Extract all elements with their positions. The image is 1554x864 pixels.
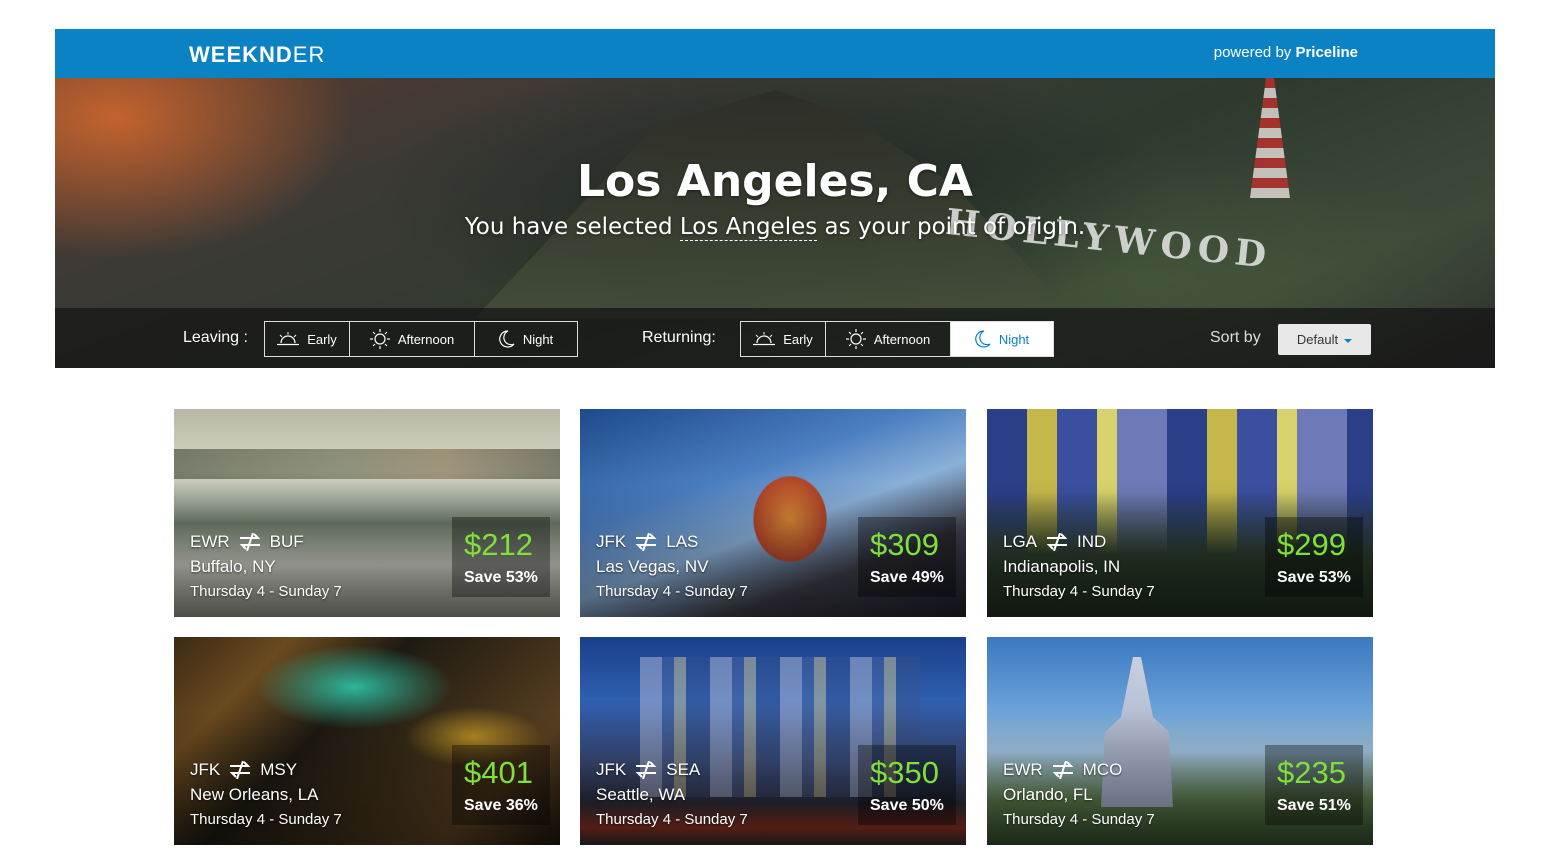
deal-price: $235 [1277, 755, 1346, 790]
price-box: $309 Save 49% [858, 517, 956, 597]
leaving-label: Leaving : [183, 329, 248, 346]
hero-title: Los Angeles, CA [577, 156, 973, 207]
sort-dropdown[interactable]: Default [1278, 324, 1371, 355]
returning-time-group: Early Afternoon Night [740, 321, 1054, 357]
sun-icon [845, 329, 866, 349]
route-text: JFK MSY [190, 760, 298, 779]
leaving-time-group: Early Afternoon Night [264, 321, 578, 357]
deal-card[interactable]: JFK SEA Seattle, WA Thursday 4 - Sunday 7… [580, 637, 966, 845]
trip-dates: Thursday 4 - Sunday 7 [190, 811, 342, 828]
price-box: $235 Save 51% [1265, 745, 1363, 825]
round-trip-icon [229, 761, 251, 779]
route-text: JFK LAS [596, 532, 699, 551]
round-trip-icon [239, 533, 261, 551]
top-nav-bar: WEEKNDER powered by Priceline [55, 29, 1495, 78]
deal-savings: Save 53% [1277, 569, 1351, 586]
deal-card[interactable]: EWR MCO Orlando, FL Thursday 4 - Sunday 7… [987, 637, 1373, 845]
round-trip-icon [1052, 761, 1074, 779]
deal-card[interactable]: JFK MSY New Orleans, LA Thursday 4 - Sund… [174, 637, 560, 845]
route-text: JFK SEA [596, 760, 701, 779]
deal-card[interactable]: JFK LAS Las Vegas, NV Thursday 4 - Sunday… [580, 409, 966, 617]
round-trip-icon [1046, 533, 1068, 551]
route-text: EWR MCO [1003, 760, 1123, 779]
trip-dates: Thursday 4 - Sunday 7 [190, 583, 342, 600]
caret-down-icon [1344, 338, 1353, 343]
trip-dates: Thursday 4 - Sunday 7 [596, 811, 748, 828]
powered-by-text: powered by Priceline [1213, 44, 1358, 61]
round-trip-icon [635, 761, 657, 779]
destination-city: Seattle, WA [596, 785, 686, 804]
trip-dates: Thursday 4 - Sunday 7 [596, 583, 748, 600]
price-box: $401 Save 36% [452, 745, 550, 825]
moon-icon [499, 330, 515, 348]
sort-label: Sort by [1210, 329, 1261, 346]
deal-price: $309 [870, 527, 939, 562]
round-trip-icon [635, 533, 657, 551]
hero-subtitle: You have selected Los Angeles as your po… [464, 214, 1086, 241]
sun-icon [369, 329, 390, 349]
sunrise-icon [277, 332, 300, 346]
price-box: $350 Save 50% [858, 745, 956, 825]
returning-early-button[interactable]: Early [741, 322, 826, 356]
price-box: $299 Save 53% [1265, 517, 1363, 597]
trip-dates: Thursday 4 - Sunday 7 [1003, 583, 1155, 600]
deal-price: $350 [870, 755, 939, 790]
returning-night-button[interactable]: Night [951, 322, 1053, 356]
trip-dates: Thursday 4 - Sunday 7 [1003, 811, 1155, 828]
deal-savings: Save 49% [870, 569, 944, 586]
moon-icon [975, 330, 991, 348]
leaving-night-button[interactable]: Night [475, 322, 577, 356]
leaving-afternoon-button[interactable]: Afternoon [350, 322, 475, 356]
destination-city: Indianapolis, IN [1003, 557, 1121, 576]
origin-city-link[interactable]: Los Angeles [679, 214, 818, 241]
deal-card[interactable]: LGA IND Indianapolis, IN Thursday 4 - Sun… [987, 409, 1373, 617]
sunrise-icon [753, 332, 776, 346]
deal-savings: Save 53% [464, 569, 538, 586]
deal-price: $299 [1277, 527, 1346, 562]
price-box: $212 Save 53% [452, 517, 550, 597]
returning-afternoon-button[interactable]: Afternoon [826, 322, 951, 356]
deal-card[interactable]: EWR BUF Buffalo, NY Thursday 4 - Sunday 7… [174, 409, 560, 617]
priceline-link[interactable]: Priceline [1295, 44, 1358, 61]
destination-city: Orlando, FL [1003, 785, 1093, 804]
deal-price: $401 [464, 755, 533, 790]
route-text: LGA IND [1003, 532, 1107, 551]
brand-logo[interactable]: WEEKNDER [189, 42, 325, 68]
filter-bar: Leaving : Early Afternoon Night Returnin… [55, 308, 1495, 368]
destination-city: Buffalo, NY [190, 557, 276, 576]
hero-banner: HOLLYWOOD Los Angeles, CA You have selec… [55, 78, 1495, 368]
deal-savings: Save 51% [1277, 797, 1351, 814]
route-text: EWR BUF [190, 532, 304, 551]
deal-savings: Save 50% [870, 797, 944, 814]
deal-savings: Save 36% [464, 797, 538, 814]
deal-price: $212 [464, 527, 533, 562]
destination-city: New Orleans, LA [190, 785, 319, 804]
destination-city: Las Vegas, NV [596, 557, 709, 576]
returning-label: Returning: [642, 329, 716, 346]
leaving-early-button[interactable]: Early [265, 322, 350, 356]
